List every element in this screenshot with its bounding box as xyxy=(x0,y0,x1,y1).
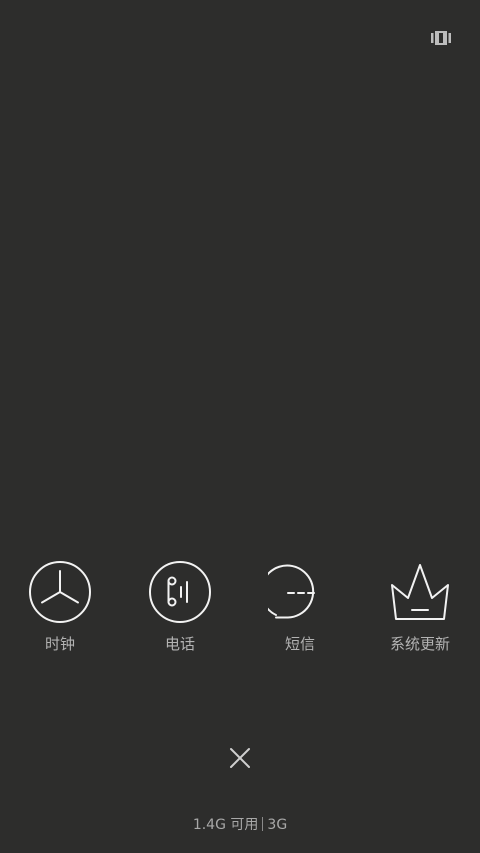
layout-toggle-button[interactable] xyxy=(428,28,454,48)
app-label-system-update: 系统更新 xyxy=(389,635,450,653)
clock-icon xyxy=(26,558,94,626)
app-label-messages: 短信 xyxy=(284,635,315,653)
memory-available: 1.4G 可用 xyxy=(192,817,259,833)
memory-divider xyxy=(262,817,264,831)
app-phone[interactable]: 电话 xyxy=(120,558,240,668)
memory-status: 1.4G 可用 3G xyxy=(0,815,480,835)
recent-apps-screen: 时钟 电话 短信 系统更新 1.4G 可用 3G xyxy=(0,0,480,853)
card-stack-icon xyxy=(431,31,451,45)
recent-apps-row: 时钟 电话 短信 系统更新 xyxy=(0,558,480,668)
app-clock[interactable]: 时钟 xyxy=(0,558,120,668)
app-label-phone: 电话 xyxy=(164,635,195,653)
message-icon xyxy=(266,558,334,626)
crown-icon xyxy=(386,558,454,626)
app-messages[interactable]: 短信 xyxy=(240,558,360,668)
app-system-update[interactable]: 系统更新 xyxy=(360,558,480,668)
clear-all-button[interactable] xyxy=(224,742,256,774)
memory-total: 3G xyxy=(267,817,288,833)
phone-icon xyxy=(146,558,214,626)
app-label-clock: 时钟 xyxy=(44,635,75,653)
close-icon xyxy=(230,748,250,768)
